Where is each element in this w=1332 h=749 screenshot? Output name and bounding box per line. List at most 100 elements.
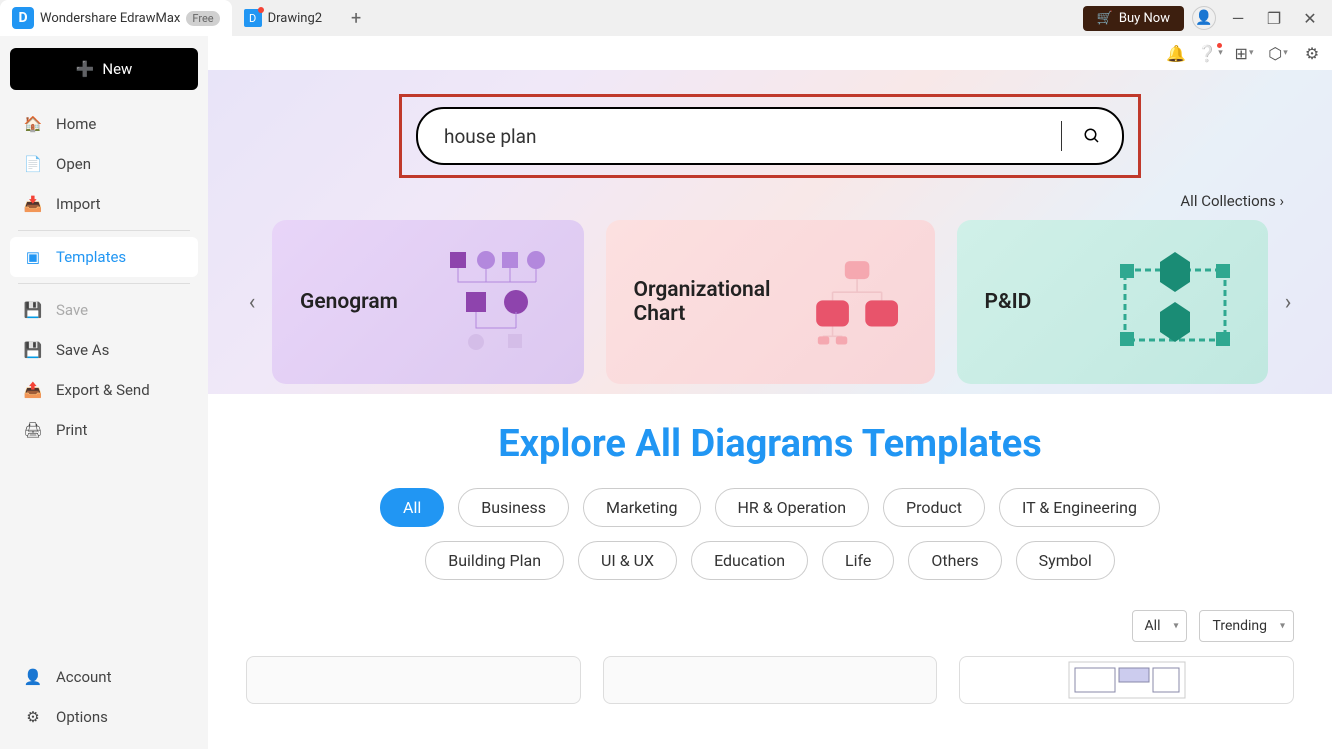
sidebar: ➕ New 🏠 Home 📄 Open 📥 Import ▣ Templates… xyxy=(0,36,208,749)
sidebar-item-label: Export & Send xyxy=(56,381,150,399)
sidebar-item-save-as[interactable]: 💾 Save As xyxy=(10,330,198,370)
template-card[interactable] xyxy=(603,656,938,704)
floorplan-thumbnail-icon xyxy=(1067,660,1187,700)
home-icon: 🏠 xyxy=(24,115,42,133)
template-card[interactable] xyxy=(246,656,581,704)
search-box xyxy=(416,107,1124,165)
search-button[interactable] xyxy=(1062,109,1122,163)
org-chart-graphic-icon xyxy=(808,242,906,362)
cat-it[interactable]: IT & Engineering xyxy=(999,488,1160,527)
sidebar-item-open[interactable]: 📄 Open xyxy=(10,144,198,184)
tab-app[interactable]: D Wondershare EdrawMax Free xyxy=(0,0,232,36)
sidebar-item-label: Open xyxy=(56,155,91,173)
cat-all[interactable]: All xyxy=(380,488,444,527)
free-badge: Free xyxy=(186,11,219,26)
cat-hr[interactable]: HR & Operation xyxy=(715,488,870,527)
cat-uiux[interactable]: UI & UX xyxy=(578,541,677,580)
sidebar-item-label: Save xyxy=(56,301,88,319)
sidebar-item-label: Save As xyxy=(56,341,109,359)
genogram-graphic-icon xyxy=(436,242,556,362)
sidebar-item-export[interactable]: 📤 Export & Send xyxy=(10,370,198,410)
filter-type-select[interactable]: All xyxy=(1132,610,1188,642)
new-tab-button[interactable]: + xyxy=(344,6,368,30)
templates-icon: ▣ xyxy=(24,248,42,266)
sidebar-item-label: Home xyxy=(56,115,96,133)
doc-tab-label: Drawing2 xyxy=(268,11,322,26)
explore-highlight: All Diagrams Templates xyxy=(635,422,1041,466)
sidebar-item-label: Print xyxy=(56,421,87,439)
cat-others[interactable]: Others xyxy=(908,541,1001,580)
chevron-right-icon: › xyxy=(1279,192,1284,210)
filter-sort-select[interactable]: Trending xyxy=(1199,610,1294,642)
help-icon[interactable]: ❔▾ xyxy=(1200,43,1220,63)
category-pills: All Business Marketing HR & Operation Pr… xyxy=(310,488,1230,580)
explore-prefix: Explore xyxy=(498,422,626,466)
filter-row: All Trending xyxy=(208,592,1332,646)
all-collections-label: All Collections xyxy=(1180,192,1275,210)
plus-icon: ➕ xyxy=(76,60,95,78)
user-avatar[interactable]: 👤 xyxy=(1192,6,1216,30)
search-highlight-box xyxy=(399,94,1141,178)
sidebar-item-label: Account xyxy=(56,668,112,686)
sidebar-item-print[interactable]: 🖨 Print xyxy=(10,410,198,450)
buy-now-button[interactable]: 🛒 Buy Now xyxy=(1083,6,1184,31)
maximize-button[interactable]: ❐ xyxy=(1260,4,1288,32)
explore-section: Explore All Diagrams Templates All Busin… xyxy=(208,394,1332,592)
sidebar-item-import[interactable]: 📥 Import xyxy=(10,184,198,224)
template-grid xyxy=(208,646,1332,714)
cat-product[interactable]: Product xyxy=(883,488,985,527)
document-icon: D xyxy=(244,9,262,27)
folder-icon: 📄 xyxy=(24,155,42,173)
tab-document[interactable]: D Drawing2 xyxy=(232,0,334,36)
cat-building[interactable]: Building Plan xyxy=(425,541,564,580)
sidebar-item-home[interactable]: 🏠 Home xyxy=(10,104,198,144)
cat-business[interactable]: Business xyxy=(458,488,569,527)
title-bar: D Wondershare EdrawMax Free D Drawing2 +… xyxy=(0,0,1332,36)
card-carousel: ‹ Genogram Organizational Chart P&ID xyxy=(240,220,1300,384)
account-icon: 👤 xyxy=(24,668,42,686)
new-label: New xyxy=(102,60,132,78)
sidebar-item-label: Templates xyxy=(56,248,126,266)
card-pid[interactable]: P&ID xyxy=(957,220,1269,384)
import-icon: 📥 xyxy=(24,195,42,213)
cat-marketing[interactable]: Marketing xyxy=(583,488,700,527)
export-icon: 📤 xyxy=(24,381,42,399)
search-input[interactable] xyxy=(418,125,1061,148)
card-title: Genogram xyxy=(300,290,398,314)
hero-area: All Collections › ‹ Genogram Organizatio… xyxy=(208,70,1332,394)
sidebar-item-label: Options xyxy=(56,708,108,726)
app-name-label: Wondershare EdrawMax xyxy=(40,11,180,26)
explore-heading: Explore All Diagrams Templates xyxy=(240,422,1300,466)
sidebar-item-label: Import xyxy=(56,195,101,213)
template-card[interactable] xyxy=(959,656,1294,704)
all-collections-link[interactable]: All Collections › xyxy=(240,192,1300,210)
close-button[interactable]: ✕ xyxy=(1296,4,1324,32)
carousel-next[interactable]: › xyxy=(1276,290,1300,314)
card-title: P&ID xyxy=(985,290,1032,314)
main-area: 🔔 ❔▾ ⊞▾ ⬡▾ ⚙ All Collections › xyxy=(208,36,1332,749)
sidebar-item-templates[interactable]: ▣ Templates xyxy=(10,237,198,277)
card-genogram[interactable]: Genogram xyxy=(272,220,584,384)
new-button[interactable]: ➕ New xyxy=(10,48,198,90)
buy-now-label: Buy Now xyxy=(1119,11,1170,26)
sidebar-item-account[interactable]: 👤 Account xyxy=(10,657,198,697)
divider xyxy=(18,230,190,231)
gear-icon: ⚙ xyxy=(24,708,42,726)
app-logo-icon: D xyxy=(12,7,34,29)
search-icon xyxy=(1083,127,1101,145)
minimize-button[interactable]: — xyxy=(1224,4,1252,32)
carousel-prev[interactable]: ‹ xyxy=(240,290,264,314)
grid-icon[interactable]: ⊞▾ xyxy=(1234,43,1254,63)
card-title: Organizational Chart xyxy=(634,278,793,326)
settings-icon[interactable]: ⚙ xyxy=(1302,43,1322,63)
sidebar-item-options[interactable]: ⚙ Options xyxy=(10,697,198,737)
cart-icon: 🛒 xyxy=(1097,11,1113,26)
top-toolbar: 🔔 ❔▾ ⊞▾ ⬡▾ ⚙ xyxy=(208,36,1332,70)
sidebar-item-save[interactable]: 💾 Save xyxy=(10,290,198,330)
card-org-chart[interactable]: Organizational Chart xyxy=(606,220,935,384)
cat-education[interactable]: Education xyxy=(691,541,808,580)
share-icon[interactable]: ⬡▾ xyxy=(1268,43,1288,63)
cat-symbol[interactable]: Symbol xyxy=(1016,541,1115,580)
cat-life[interactable]: Life xyxy=(822,541,894,580)
bell-icon[interactable]: 🔔 xyxy=(1166,43,1186,63)
